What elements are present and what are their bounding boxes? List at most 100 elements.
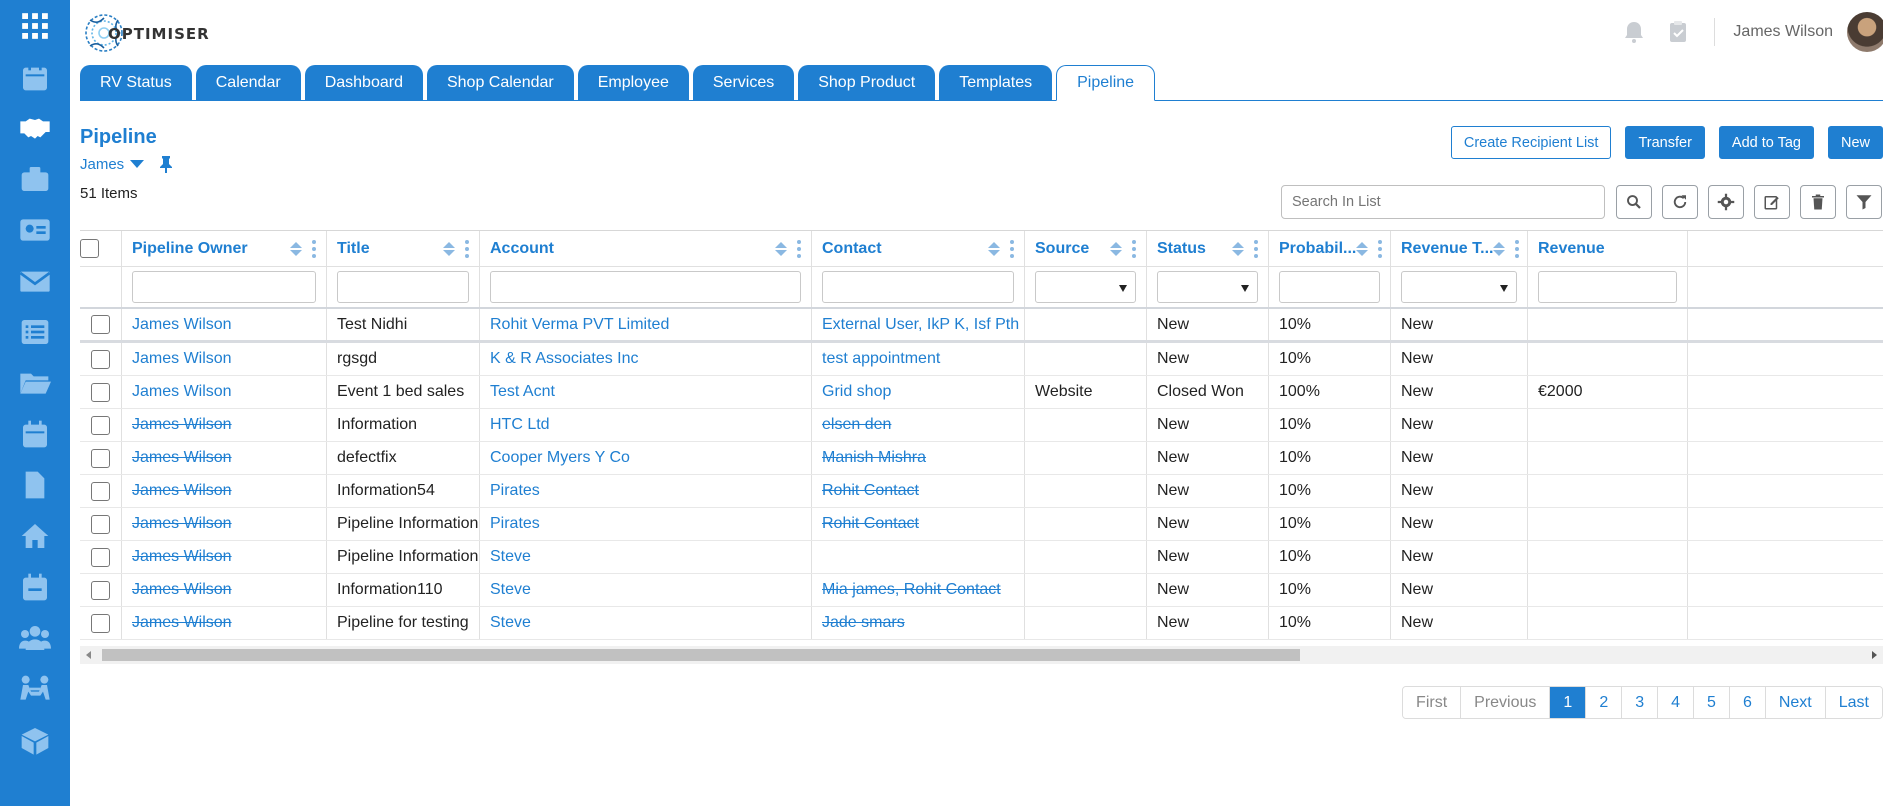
column-header-revenue[interactable]: Revenue <box>1528 231 1688 266</box>
cell-owner-text[interactable]: James Wilson <box>132 416 232 434</box>
table-row[interactable]: James Wilson Pipeline for testing Steve Jad… <box>80 607 1883 640</box>
cell-owner[interactable]: James Wilson <box>122 508 327 540</box>
list-icon[interactable] <box>0 306 70 357</box>
cell-owner[interactable]: James Wilson <box>122 409 327 441</box>
cell-contact-text[interactable]: Grid shop <box>822 383 891 401</box>
cell-contact-text[interactable]: External User, IkP K, Isf Pth <box>822 316 1019 334</box>
envelope-icon[interactable] <box>0 255 70 306</box>
cell-owner[interactable]: James Wilson <box>122 574 327 606</box>
document-icon[interactable] <box>0 459 70 510</box>
cell-account[interactable]: Rohit Verma PVT Limited <box>480 309 812 340</box>
column-header-source[interactable]: Source <box>1025 231 1147 266</box>
sort-icon[interactable] <box>1110 241 1122 256</box>
filter-select-source[interactable] <box>1035 271 1136 303</box>
cell-contact-text[interactable]: Rohit Contact <box>822 515 919 533</box>
filter-input-pipeline-owner[interactable] <box>132 271 316 303</box>
cell-contact[interactable]: Manish Mishra <box>812 442 1025 474</box>
cell-account-text[interactable]: Steve <box>490 548 531 566</box>
cell-account[interactable]: Pirates <box>480 508 812 540</box>
cell-account[interactable]: K & R Associates Inc <box>480 343 812 375</box>
pin-icon[interactable] <box>158 155 174 173</box>
table-row[interactable]: James Wilson Test Nidhi Rohit Verma PVT Li… <box>80 309 1883 343</box>
page-6-button[interactable]: 6 <box>1729 687 1766 718</box>
calendar-days-icon[interactable] <box>0 408 70 459</box>
tab-rv-status[interactable]: RV Status <box>80 65 192 100</box>
add-to-tag-button[interactable]: Add to Tag <box>1718 126 1814 159</box>
select-all-checkbox[interactable] <box>80 239 99 258</box>
cell-owner[interactable]: James Wilson <box>122 607 327 639</box>
caret-down-icon[interactable] <box>130 160 145 168</box>
row-checkbox[interactable] <box>91 349 110 369</box>
new-button[interactable]: New <box>1827 126 1883 159</box>
cell-account-text[interactable]: K & R Associates Inc <box>490 350 639 368</box>
column-header-account[interactable]: Account <box>480 231 812 266</box>
cell-account[interactable]: Steve <box>480 574 812 606</box>
filter-input-revenue[interactable] <box>1538 271 1677 303</box>
row-checkbox[interactable] <box>91 580 110 600</box>
filter-select-revenue-t[interactable] <box>1401 271 1517 303</box>
cell-account-text[interactable]: Steve <box>490 614 531 632</box>
row-checkbox[interactable] <box>91 315 110 334</box>
search-button[interactable] <box>1616 185 1652 219</box>
table-row[interactable]: James Wilson Pipeline Information... Steve… <box>80 541 1883 574</box>
row-checkbox[interactable] <box>91 547 110 567</box>
column-menu-icon[interactable] <box>1010 239 1014 258</box>
column-menu-icon[interactable] <box>1515 239 1520 258</box>
briefcase-icon[interactable] <box>0 153 70 204</box>
row-checkbox[interactable] <box>91 481 110 501</box>
cell-account[interactable]: Test Acnt <box>480 376 812 408</box>
cell-contact[interactable]: elsen den <box>812 409 1025 441</box>
column-header-revenue-t[interactable]: Revenue T... <box>1391 231 1528 266</box>
table-row[interactable]: James Wilson Information HTC Ltd elsen den N… <box>80 409 1883 442</box>
cell-account-text[interactable]: Cooper Myers Y Co <box>490 449 630 467</box>
first-page-button[interactable]: First <box>1403 687 1462 718</box>
tab-services[interactable]: Services <box>692 65 795 100</box>
tab-pipeline[interactable]: Pipeline <box>1056 65 1156 101</box>
cell-contact[interactable] <box>812 541 1025 573</box>
row-checkbox[interactable] <box>91 514 110 534</box>
cell-account-text[interactable]: Steve <box>490 581 531 599</box>
transfer-button[interactable]: Transfer <box>1625 126 1705 159</box>
cell-owner-text[interactable]: James Wilson <box>132 449 232 467</box>
scroll-right-icon[interactable] <box>1872 651 1877 659</box>
cell-owner[interactable]: James Wilson <box>122 541 327 573</box>
calendar-icon[interactable] <box>0 51 70 102</box>
cell-account[interactable]: HTC Ltd <box>480 409 812 441</box>
avatar[interactable] <box>1847 12 1883 52</box>
cell-contact[interactable]: External User, IkP K, Isf Pth <box>812 309 1025 340</box>
table-row[interactable]: James Wilson rgsgd K & R Associates Inc tes… <box>80 343 1883 376</box>
create-recipient-list-button[interactable]: Create Recipient List <box>1450 126 1612 159</box>
table-row[interactable]: James Wilson Event 1 bed sales Test Acnt Gr… <box>80 376 1883 409</box>
app-logo[interactable]: OPTIMISER <box>80 8 210 58</box>
page-3-button[interactable]: 3 <box>1622 687 1659 718</box>
cell-contact-text[interactable]: Manish Mishra <box>822 449 926 467</box>
last-page-button[interactable]: Last <box>1825 687 1882 718</box>
row-checkbox[interactable] <box>91 415 110 435</box>
filter-input-account[interactable] <box>490 271 801 303</box>
cell-contact-text[interactable]: elsen den <box>822 416 891 434</box>
sort-icon[interactable] <box>988 241 1000 256</box>
cell-account[interactable]: Cooper Myers Y Co <box>480 442 812 474</box>
cell-contact[interactable]: Mia james, Rohit Contact <box>812 574 1025 606</box>
cell-owner-text[interactable]: James Wilson <box>132 515 232 533</box>
cell-contact-text[interactable]: Rohit Contact <box>822 482 919 500</box>
users-icon[interactable] <box>0 612 70 663</box>
scroll-left-icon[interactable] <box>86 651 91 659</box>
row-checkbox[interactable] <box>91 448 110 468</box>
filter-input-title[interactable] <box>337 271 469 303</box>
contact-card-icon[interactable] <box>0 204 70 255</box>
previous-page-button[interactable]: Previous <box>1461 687 1551 718</box>
sort-icon[interactable] <box>443 241 455 256</box>
cell-owner-text[interactable]: James Wilson <box>132 482 232 500</box>
cell-account-text[interactable]: HTC Ltd <box>490 416 550 434</box>
filter-input-probabil[interactable] <box>1279 271 1380 303</box>
row-checkbox[interactable] <box>91 613 110 633</box>
row-checkbox[interactable] <box>91 382 110 402</box>
delete-button[interactable] <box>1800 185 1836 219</box>
column-header-contact[interactable]: Contact <box>812 231 1025 266</box>
cell-contact-text[interactable]: test appointment <box>822 350 940 368</box>
next-page-button[interactable]: Next <box>1765 687 1826 718</box>
handshake-icon[interactable] <box>0 102 70 153</box>
filter-select-status[interactable] <box>1157 271 1258 303</box>
filter-input-contact[interactable] <box>822 271 1014 303</box>
